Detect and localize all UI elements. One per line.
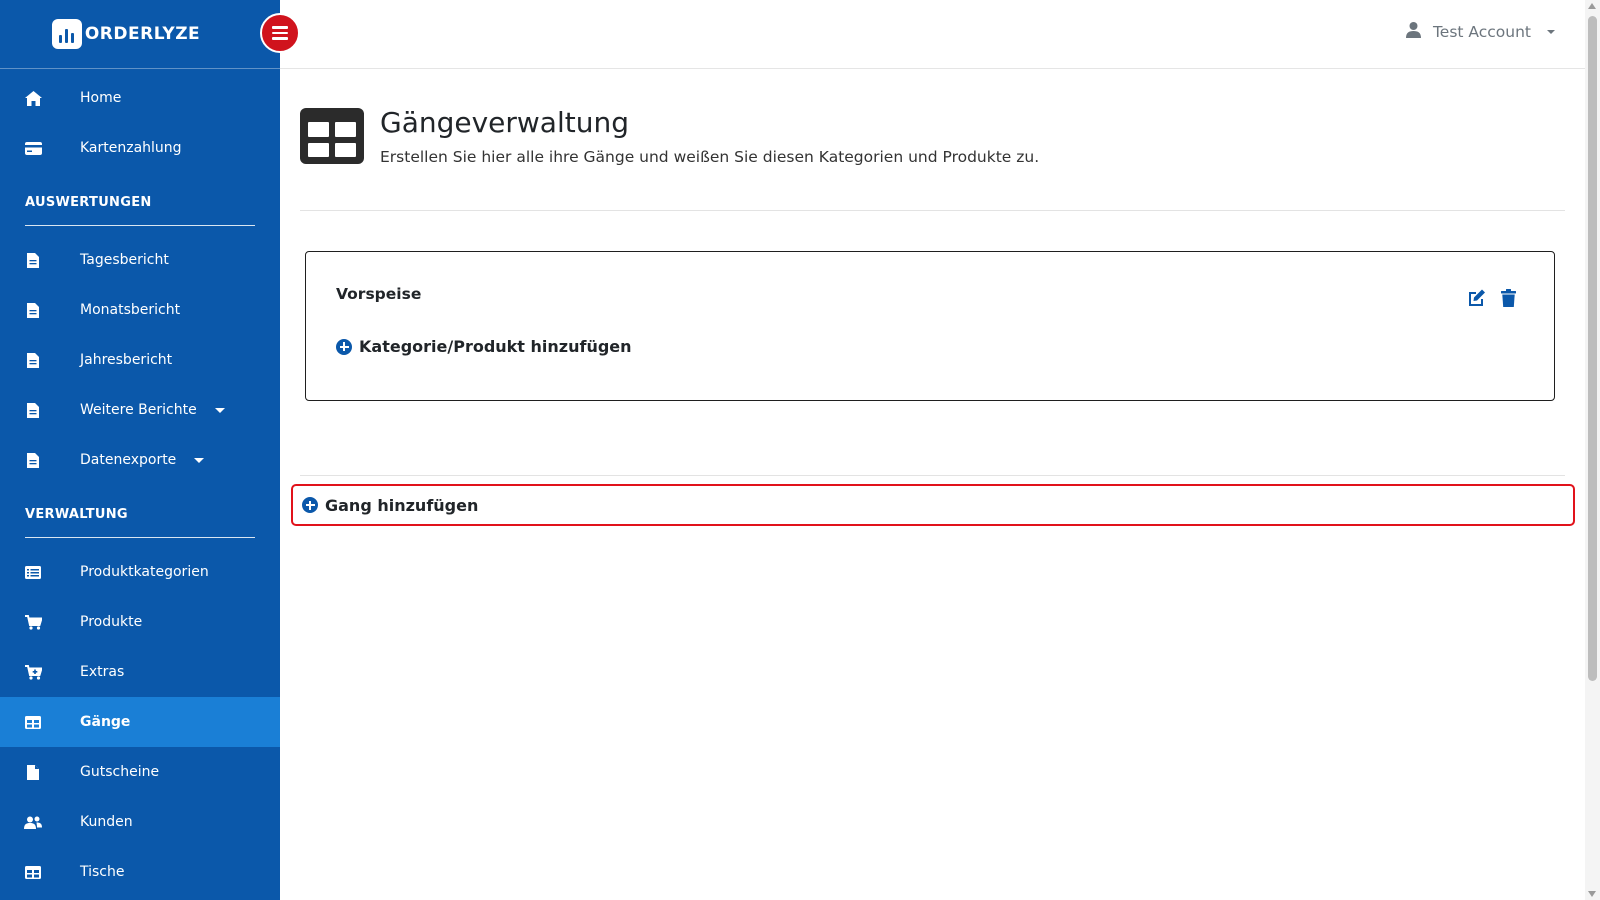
chevron-down-icon	[194, 457, 205, 463]
chevron-down-icon	[1547, 30, 1555, 34]
sidebar-item-label: Produkte	[80, 614, 143, 630]
sidebar-item-jahresbericht[interactable]: Jahresbericht	[0, 335, 280, 385]
hamburger-icon-line	[272, 31, 288, 35]
edit-icon[interactable]	[1466, 288, 1486, 308]
brand-logo[interactable]: ORDERLYZE	[51, 19, 201, 49]
file-icon	[24, 301, 42, 319]
topbar: Test Account	[280, 0, 1585, 69]
sidebar: ORDERLYZE Home Kartenzahlung AUSWERTUNGE…	[0, 0, 280, 900]
sidebar-item-kartenzahlung[interactable]: Kartenzahlung	[0, 123, 280, 173]
add-gang-button[interactable]: Gang hinzufügen	[291, 484, 1575, 526]
users-icon	[24, 813, 42, 831]
table-icon	[24, 863, 42, 881]
sidebar-item-extras[interactable]: Extras	[0, 647, 280, 697]
sidebar-toggle-button[interactable]	[260, 13, 300, 53]
chevron-down-icon	[214, 407, 225, 413]
orderlyze-logo-icon	[51, 19, 82, 49]
section-title-auswertungen: AUSWERTUNGEN	[25, 195, 152, 210]
gang-card: Vorspeise Kategorie/Produkt hinzufügen	[305, 251, 1555, 401]
sidebar-item-label: Kunden	[80, 814, 133, 830]
document-icon	[24, 763, 42, 781]
page-title: Gängeverwaltung	[380, 106, 629, 139]
account-name: Test Account	[1432, 23, 1531, 41]
sidebar-item-label: Extras	[80, 664, 125, 680]
sidebar-item-label: Gutscheine	[80, 764, 160, 780]
sidebar-item-label: Tagesbericht	[80, 252, 169, 268]
file-icon	[24, 401, 42, 419]
home-icon	[24, 89, 42, 107]
plus-circle-icon	[336, 338, 352, 355]
sidebar-item-kunden[interactable]: Kunden	[0, 797, 280, 847]
page-subtitle: Erstellen Sie hier alle ihre Gänge und w…	[380, 148, 1040, 166]
scroll-down-arrow-icon[interactable]	[1588, 891, 1596, 897]
sidebar-item-gutscheine[interactable]: Gutscheine	[0, 747, 280, 797]
sidebar-item-produkte[interactable]: Produkte	[0, 597, 280, 647]
table-icon	[24, 713, 42, 731]
cart-icon	[24, 613, 42, 631]
gang-name: Vorspeise	[336, 285, 422, 303]
page-header: Gängeverwaltung Erstellen Sie hier alle …	[300, 106, 1040, 166]
brand: ORDERLYZE	[0, 0, 280, 69]
sidebar-item-tagesbericht[interactable]: Tagesbericht	[0, 235, 280, 285]
sidebar-item-label: Produktkategorien	[80, 564, 209, 580]
sidebar-item-label: Gänge	[80, 714, 131, 730]
divider	[300, 210, 1565, 211]
scrollbar[interactable]	[1585, 0, 1600, 900]
add-category-product-label: Kategorie/Produkt hinzufügen	[359, 337, 632, 356]
sidebar-item-label: Datenexporte	[80, 452, 177, 468]
user-icon	[1405, 22, 1421, 42]
divider	[300, 475, 1565, 476]
brand-name: ORDERLYZE	[84, 24, 201, 44]
file-icon	[24, 451, 42, 469]
add-category-product-button[interactable]: Kategorie/Produkt hinzufügen	[336, 337, 632, 356]
gang-actions	[1466, 288, 1518, 308]
sidebar-item-datenexporte[interactable]: Datenexporte	[0, 435, 280, 485]
sidebar-item-monatsbericht[interactable]: Monatsbericht	[0, 285, 280, 335]
cart-plus-icon	[24, 663, 42, 681]
plus-circle-icon	[302, 497, 318, 513]
page-header-text: Gängeverwaltung Erstellen Sie hier alle …	[380, 106, 1040, 166]
list-icon	[24, 563, 42, 581]
file-icon	[24, 251, 42, 269]
section-title-verwaltung: VERWALTUNG	[25, 507, 128, 522]
account-menu[interactable]: Test Account	[1405, 22, 1555, 42]
sidebar-item-label: Home	[80, 90, 122, 106]
sidebar-item-label: Monatsbericht	[80, 302, 181, 318]
sidebar-item-home[interactable]: Home	[0, 73, 280, 123]
sidebar-item-label: Jahresbericht	[80, 352, 173, 368]
trash-icon[interactable]	[1498, 288, 1518, 308]
section-divider	[25, 225, 255, 235]
hamburger-icon-line	[272, 37, 288, 40]
sidebar-item-produktkategorien[interactable]: Produktkategorien	[0, 547, 280, 597]
scroll-up-arrow-icon[interactable]	[1588, 3, 1596, 9]
sidebar-item-weitere-berichte[interactable]: Weitere Berichte	[0, 385, 280, 435]
sidebar-item-tische[interactable]: Tische	[0, 847, 280, 897]
add-gang-label: Gang hinzufügen	[325, 495, 479, 515]
section-divider	[25, 537, 255, 547]
hamburger-icon-line	[272, 26, 288, 29]
sidebar-item-gaenge[interactable]: Gänge	[0, 697, 280, 747]
table-icon	[300, 108, 364, 164]
credit-card-icon	[24, 139, 42, 157]
sidebar-item-label: Kartenzahlung	[80, 140, 182, 156]
scrollbar-thumb[interactable]	[1588, 16, 1597, 681]
sidebar-item-label: Tische	[80, 864, 125, 880]
file-icon	[24, 351, 42, 369]
sidebar-item-label: Weitere Berichte	[80, 402, 197, 418]
